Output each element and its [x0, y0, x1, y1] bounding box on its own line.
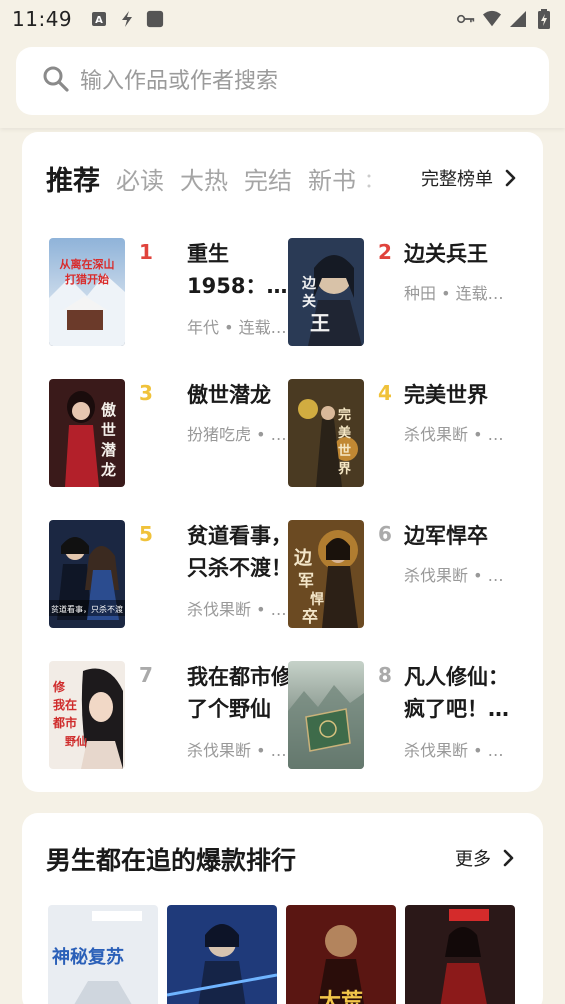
tab-new[interactable]: 新书: [308, 161, 356, 196]
tab-must-read[interactable]: 必读: [116, 161, 164, 196]
svg-text:都市: 都市: [52, 715, 77, 730]
svg-text:野仙: 野仙: [65, 734, 87, 748]
rank-number: 4: [378, 381, 392, 405]
book-meta: 杀伐果断 • …: [404, 425, 504, 444]
book-item[interactable]: 从离在深山 打猎开始 1 重生 1958：… 年代 • 连载…: [47, 238, 287, 348]
book-item[interactable]: 8 凡人修仙： 疯了吧！… 杀伐果断 • …: [286, 661, 526, 771]
book-cover[interactable]: 边 关 王: [288, 238, 364, 346]
tab-hot[interactable]: 大热: [180, 161, 228, 196]
svg-text:界: 界: [338, 461, 351, 477]
full-list-label: 完整榜单: [421, 169, 493, 190]
search-input[interactable]: [80, 68, 520, 94]
svg-text:龙: 龙: [100, 461, 116, 479]
svg-text:军: 军: [298, 571, 314, 590]
svg-text:大荒: 大荒: [319, 990, 363, 1004]
book-item[interactable]: 傲 世 潜 龙 3 傲世潜龙 扮猪吃虎 • …: [47, 379, 287, 489]
svg-text:从离在深山: 从离在深山: [60, 257, 115, 271]
book-cover[interactable]: 边 军 悍 卒: [288, 520, 364, 628]
svg-text:A: A: [95, 15, 103, 26]
book-title-line: 凡人修仙：: [404, 665, 509, 689]
book-cover[interactable]: 贫道看事，只杀不渡: [49, 520, 125, 628]
book-cover[interactable]: [167, 905, 277, 1004]
more-label: 更多: [455, 849, 491, 870]
book-cover[interactable]: 傲 世 潜 龙: [49, 379, 125, 487]
book-title-line: 边关兵王: [404, 242, 488, 266]
book-item[interactable]: 边 军 悍 卒 6 边军悍卒 杀伐果断 • …: [286, 520, 526, 630]
rank-number: 5: [139, 522, 153, 546]
book-title: 边关兵王: [404, 238, 524, 270]
chevron-right-icon: [503, 849, 514, 867]
tab-finished[interactable]: 完结: [244, 161, 292, 196]
text-a-icon: A: [90, 10, 108, 28]
book-cover[interactable]: 神秘复苏: [48, 905, 158, 1004]
book-item[interactable]: 完 美 世 界 4 完美世界 杀伐果断 • …: [286, 379, 526, 489]
svg-text:关: 关: [302, 293, 316, 310]
book-title: 完美世界: [404, 379, 524, 411]
popular-ranking-card: 男生都在追的爆款排行 更多 神秘复苏 大荒: [22, 813, 543, 1004]
book-meta: 种田 • 连载…: [404, 284, 504, 303]
flash-icon: [118, 10, 136, 28]
svg-text:悍: 悍: [310, 591, 324, 608]
book-title: 边军悍卒: [404, 520, 524, 552]
svg-text:边: 边: [301, 276, 317, 292]
book-item[interactable]: 修 我在 都市 野仙 7 我在都市修 了个野仙 杀伐果断 • …: [47, 661, 292, 771]
full-list-button[interactable]: 完整榜单: [413, 158, 521, 198]
svg-text:潜: 潜: [101, 441, 117, 459]
more-button[interactable]: 更多: [455, 845, 519, 871]
ranking-card: 推荐 必读 大热 完结 新书 ： 完整榜单 从离在深山 打猎开始 1 重生 19…: [22, 132, 543, 792]
status-time: 11:49: [12, 7, 73, 31]
svg-text:世: 世: [101, 421, 116, 439]
chevron-right-icon: [505, 169, 516, 187]
status-bar: 11:49 A: [0, 0, 565, 38]
svg-text:傲: 傲: [101, 401, 117, 419]
book-cover[interactable]: 从离在深山 打猎开始: [49, 238, 125, 346]
svg-text:修: 修: [52, 679, 66, 694]
svg-text:神秘复苏: 神秘复苏: [52, 946, 124, 968]
battery-icon: [535, 9, 553, 29]
svg-text:打猎开始: 打猎开始: [65, 272, 109, 286]
book-cover[interactable]: [288, 661, 364, 769]
book-meta: 杀伐果断 • …: [404, 741, 504, 760]
book-item[interactable]: 边 关 王 2 边关兵王 种田 • 连载…: [286, 238, 526, 348]
rank-number: 1: [139, 240, 153, 264]
search-bar[interactable]: [16, 47, 549, 115]
svg-text:贫道看事，只杀不渡: 贫道看事，只杀不渡: [51, 604, 123, 614]
search-icon: [42, 65, 70, 97]
rank-number: 8: [378, 663, 392, 687]
book-item[interactable]: 贫道看事，只杀不渡 5 贫道看事， 只杀不渡！ 杀伐果断 • …: [47, 520, 292, 630]
book-cover[interactable]: 修 我在 都市 野仙: [49, 661, 125, 769]
book-cover[interactable]: 大荒: [286, 905, 396, 1004]
rank-number: 2: [378, 240, 392, 264]
svg-text:卒: 卒: [302, 607, 318, 626]
key-icon: [457, 10, 475, 28]
book-title-line: 边军悍卒: [404, 524, 488, 548]
svg-text:边: 边: [293, 548, 313, 569]
section-title: 男生都在追的爆款排行: [46, 846, 297, 875]
signal-icon: [509, 10, 527, 28]
rank-number: 6: [378, 522, 392, 546]
tab-overflow: ：: [364, 167, 384, 192]
book-title-line: 疯了吧！…: [404, 697, 509, 721]
book-meta: 杀伐果断 • …: [404, 566, 504, 585]
svg-text:美: 美: [338, 425, 352, 441]
svg-text:世: 世: [338, 443, 351, 459]
wifi-icon: [483, 10, 501, 28]
rank-number: 3: [139, 381, 153, 405]
svg-text:完: 完: [338, 407, 351, 423]
ranking-tabs: 推荐 必读 大热 完结 新书 ： 完整榜单: [46, 158, 521, 198]
book-title-line: 完美世界: [404, 383, 488, 407]
book-cover[interactable]: 完 美 世 界: [288, 379, 364, 487]
square-icon: [146, 10, 164, 28]
rank-number: 7: [139, 663, 153, 687]
svg-text:我在: 我在: [53, 697, 77, 712]
tab-recommend[interactable]: 推荐: [46, 159, 100, 198]
book-cover[interactable]: [405, 905, 515, 1004]
svg-text:王: 王: [310, 311, 330, 335]
book-title: 凡人修仙： 疯了吧！…: [404, 661, 524, 725]
